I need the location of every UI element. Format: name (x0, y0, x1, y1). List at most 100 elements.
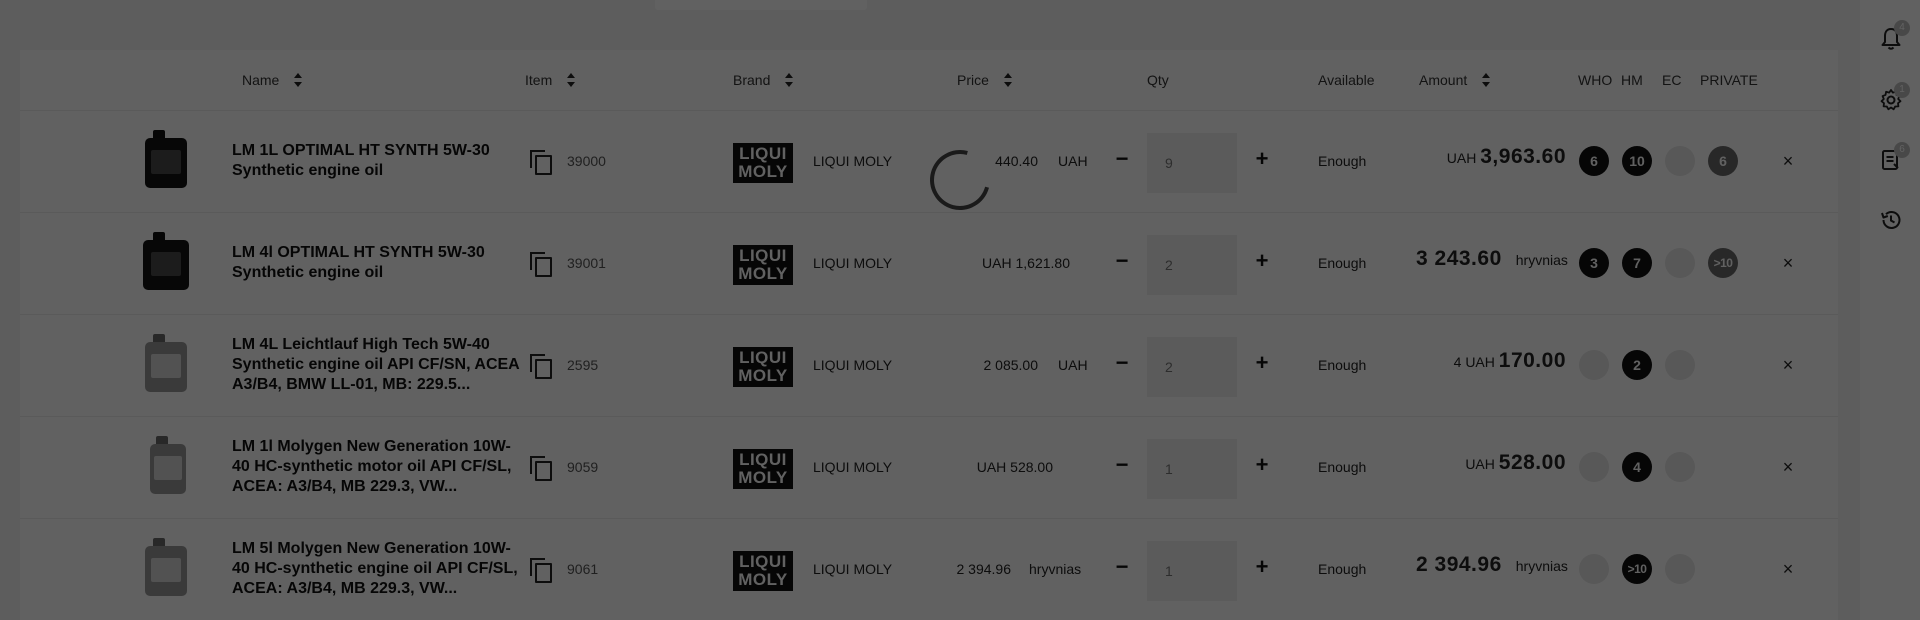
price-value: UAH 528.00 (976, 459, 1053, 475)
header-price[interactable]: Price (957, 70, 1013, 90)
brand-logo: LIQUI MOLY (733, 245, 793, 285)
qty-increase-button[interactable]: + (1250, 147, 1274, 171)
brand-logo: LIQUI MOLY (733, 551, 793, 591)
stock-badge-ec: 0 (1665, 350, 1695, 380)
stock-badge-ec: 0 (1665, 452, 1695, 482)
qty-input[interactable] (1147, 439, 1237, 499)
qty-decrease-button[interactable]: − (1110, 453, 1134, 477)
brand-name: LIQUI MOLY (813, 357, 893, 373)
table-row: LM 4L Leichtlauf High Tech 5W-40 Synthet… (20, 314, 1838, 416)
availability: Enough (1318, 255, 1367, 271)
header-hm: HM (1621, 72, 1643, 88)
table-row: LM 5l Molygen New Generation 10W-40 HC-s… (20, 518, 1838, 620)
remove-button[interactable]: × (1776, 455, 1800, 479)
qty-increase-button[interactable]: + (1250, 351, 1274, 375)
qty-increase-button[interactable]: + (1250, 453, 1274, 477)
price: UAH 1,621.80 (900, 213, 1090, 315)
stock-badge-hm: 4 (1622, 452, 1652, 482)
stock-badge-who: 0 (1579, 350, 1609, 380)
qty-decrease-button[interactable]: − (1110, 555, 1134, 579)
sort-icon[interactable] (784, 72, 794, 88)
copy-icon[interactable] (530, 354, 552, 379)
availability: Enough (1318, 459, 1367, 475)
table-row: LM 1l Molygen New Generation 10W-40 HC-s… (20, 416, 1838, 518)
brand-name: LIQUI MOLY (813, 561, 893, 577)
copy-icon[interactable] (530, 558, 552, 583)
qty-increase-button[interactable]: + (1250, 249, 1274, 273)
header-amount[interactable]: Amount (1419, 70, 1491, 90)
top-tab[interactable] (655, 0, 867, 10)
product-name[interactable]: LM 4l OPTIMAL HT SYNTH 5W-30 Synthetic e… (232, 243, 522, 283)
qty-increase-button[interactable]: + (1250, 555, 1274, 579)
sort-icon[interactable] (566, 72, 576, 88)
header-name[interactable]: Name (242, 70, 303, 90)
amount: UAH 528.00 (1465, 451, 1566, 474)
item-code: 9061 (567, 561, 599, 577)
product-image[interactable] (143, 130, 189, 188)
qty-decrease-button[interactable]: − (1110, 351, 1134, 375)
table-header: Name Item Brand Price Qty Available Amou… (0, 50, 1838, 112)
price: 440.40 UAH (900, 111, 1090, 213)
product-image[interactable] (148, 436, 188, 494)
stock-badge-who: 3 (1579, 248, 1609, 278)
brand-name: LIQUI MOLY (813, 153, 893, 169)
product-name[interactable]: LM 5l Molygen New Generation 10W-40 HC-s… (232, 539, 522, 599)
qty-decrease-button[interactable]: − (1110, 147, 1134, 171)
product-image[interactable] (143, 334, 189, 392)
remove-button[interactable]: × (1776, 353, 1800, 377)
item-code: 9059 (567, 459, 599, 475)
stock-badge-ec: 0 (1665, 146, 1695, 176)
qty-input[interactable] (1147, 337, 1237, 397)
product-name[interactable]: LM 1l Molygen New Generation 10W-40 HC-s… (232, 437, 522, 497)
sort-icon[interactable] (293, 72, 303, 88)
header-who: WHO (1578, 72, 1613, 88)
remove-button[interactable]: × (1776, 251, 1800, 275)
table-row: LM 4l OPTIMAL HT SYNTH 5W-30 Synthetic e… (20, 212, 1838, 314)
sort-icon[interactable] (1003, 72, 1013, 88)
header-ec: EC (1662, 72, 1682, 88)
remove-button[interactable]: × (1776, 557, 1800, 581)
notifications-count: 4 (1894, 20, 1910, 36)
copy-icon[interactable] (530, 456, 552, 481)
price: 2 085.00 UAH (900, 315, 1090, 417)
header-private: PRIVATE (1700, 72, 1758, 88)
brand-name: LIQUI MOLY (813, 459, 893, 475)
stock-badge-ec: 0 (1665, 554, 1695, 584)
price-value: 440.40 (995, 153, 1038, 169)
price-currency: UAH (1058, 153, 1088, 169)
header-brand[interactable]: Brand (733, 70, 794, 90)
availability: Enough (1318, 561, 1367, 577)
product-image[interactable] (143, 232, 189, 290)
copy-icon[interactable] (530, 150, 552, 175)
price: UAH 528.00 (900, 417, 1090, 519)
remove-button[interactable]: × (1776, 149, 1800, 173)
header-item[interactable]: Item (525, 70, 576, 90)
qty-input[interactable] (1147, 235, 1237, 295)
orders-count: 6 (1894, 142, 1910, 158)
amount: UAH 3,963.60 (1446, 145, 1566, 168)
header-available: Available (1318, 72, 1375, 88)
item-code: 39001 (567, 255, 606, 271)
item-code: 39000 (567, 153, 606, 169)
item-code: 2595 (567, 357, 599, 373)
stock-badge-who: 0 (1579, 452, 1609, 482)
header-qty: Qty (1147, 72, 1169, 88)
brand-name: LIQUI MOLY (813, 255, 893, 271)
brand-logo: LIQUI MOLY (733, 449, 793, 489)
price-value: 2 085.00 (983, 357, 1039, 373)
history-icon[interactable] (1878, 207, 1904, 233)
right-sidebar: 4 1 6 (1860, 0, 1920, 620)
amount: 3 243.60 hryvnias (1416, 247, 1568, 270)
price: 2 394.96 hryvnias (900, 519, 1090, 620)
stock-badge-hm: 10 (1622, 146, 1652, 176)
qty-decrease-button[interactable]: − (1110, 249, 1134, 273)
product-image[interactable] (143, 538, 189, 596)
amount: 4 UAH 170.00 (1453, 349, 1566, 372)
product-name[interactable]: LM 1L OPTIMAL HT SYNTH 5W-30 Synthetic e… (232, 141, 522, 181)
product-name[interactable]: LM 4L Leichtlauf High Tech 5W-40 Synthet… (232, 335, 522, 395)
sort-icon[interactable] (1481, 72, 1491, 88)
qty-input[interactable] (1147, 541, 1237, 601)
qty-input[interactable] (1147, 133, 1237, 193)
price-value: 2 394.96 (956, 561, 1012, 577)
copy-icon[interactable] (530, 252, 552, 277)
